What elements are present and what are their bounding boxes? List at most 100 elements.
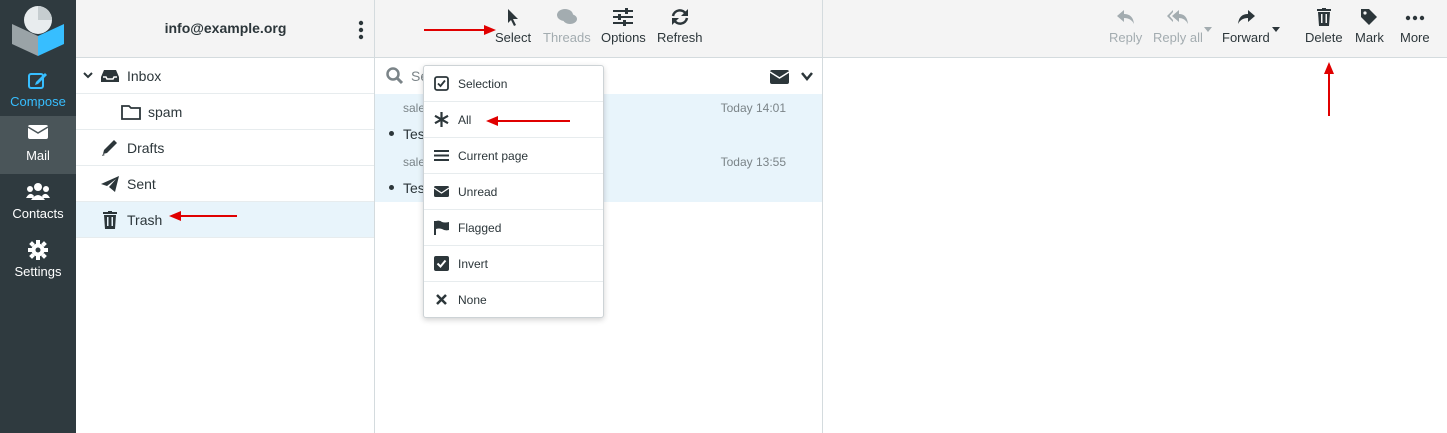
unread-dot (389, 185, 394, 190)
nav-compose-label: Compose (10, 94, 66, 109)
select-menu-label: Flagged (458, 221, 502, 235)
mark-button[interactable]: Mark (1355, 8, 1384, 45)
webmail-app: Compose Mail Contacts Settings info@exam… (0, 0, 1447, 433)
reply-label: Reply (1109, 30, 1143, 45)
ellipsis-icon (1405, 15, 1425, 21)
envelope-icon (434, 186, 449, 197)
message-date: Today 14:01 (720, 101, 786, 115)
nav-contacts[interactable]: Contacts (0, 174, 76, 232)
paper-plane-icon (101, 176, 119, 192)
folder-inbox[interactable]: Inbox (76, 58, 374, 94)
gear-icon (28, 240, 48, 260)
forward-button[interactable]: Forward (1222, 8, 1270, 45)
select-menu-item-unread[interactable]: Unread (424, 174, 603, 210)
main-nav: Compose Mail Contacts Settings (0, 0, 76, 433)
folder-icon (121, 105, 141, 120)
users-icon (26, 183, 50, 200)
reply-icon (1116, 10, 1134, 24)
pencil-icon (102, 140, 117, 156)
flag-icon (434, 220, 449, 235)
trash-icon (1316, 8, 1331, 26)
message-subject: Tes (403, 126, 425, 142)
search-icon[interactable] (386, 67, 404, 85)
select-menu: Selection All Current page Unread Flagge… (423, 65, 604, 318)
account-name: info@example.org (164, 20, 287, 36)
folder-trash-label: Trash (127, 212, 163, 228)
logo (12, 6, 64, 56)
sliders-icon (613, 8, 634, 26)
threads-label: Threads (543, 30, 591, 45)
nav-settings-label: Settings (14, 264, 62, 279)
options-label: Options (601, 30, 646, 45)
message-from: sale (403, 155, 426, 169)
select-menu-item-none[interactable]: None (424, 282, 603, 318)
threads-button[interactable]: Threads (543, 8, 591, 45)
folder-spam-label: spam (148, 104, 183, 120)
reply-all-button[interactable]: Reply all (1153, 8, 1203, 45)
message-toolbar: Reply Reply all Forward Delete Mark More (823, 0, 1447, 58)
folder-sent-label: Sent (127, 176, 156, 192)
select-menu-label: All (458, 113, 472, 127)
reply-all-label: Reply all (1153, 30, 1203, 45)
message-date: Today 13:55 (720, 155, 786, 169)
nav-mail-label: Mail (26, 148, 50, 163)
cursor-icon (508, 9, 519, 26)
annotation-arrow (169, 211, 237, 221)
nav-mail[interactable]: Mail (0, 116, 76, 174)
folder-spam[interactable]: spam (76, 94, 374, 130)
unread-dot (389, 131, 394, 136)
envelope-icon (28, 125, 48, 139)
select-menu-item-selection[interactable]: Selection (424, 66, 603, 102)
folder-sent[interactable]: Sent (76, 166, 374, 202)
nav-compose[interactable]: Compose (0, 62, 76, 120)
select-menu-label: Invert (458, 257, 489, 271)
message-preview-pane: Reply Reply all Forward Delete Mark More (823, 0, 1447, 433)
x-icon (436, 294, 447, 305)
folder-header: info@example.org (76, 0, 374, 58)
folder-drafts[interactable]: Drafts (76, 130, 374, 166)
caret-down-icon[interactable] (1204, 27, 1212, 32)
reply-button[interactable]: Reply (1109, 8, 1142, 45)
kebab-menu-icon[interactable] (358, 20, 364, 40)
more-button[interactable]: More (1400, 8, 1430, 45)
annotation-arrow (424, 25, 496, 35)
envelope-filter-icon[interactable] (770, 70, 789, 84)
nav-settings[interactable]: Settings (0, 232, 76, 290)
refresh-button[interactable]: Refresh (657, 8, 703, 45)
select-menu-label: Current page (458, 149, 529, 163)
trash-icon (103, 211, 117, 229)
chevron-down-icon[interactable] (83, 70, 93, 80)
message-subject: Tes (403, 180, 425, 196)
select-button[interactable]: Select (495, 8, 531, 45)
refresh-label: Refresh (657, 30, 703, 45)
list-icon (434, 150, 449, 161)
caret-down-icon[interactable] (1272, 27, 1280, 32)
asterisk-icon (434, 112, 449, 127)
select-menu-item-invert[interactable]: Invert (424, 246, 603, 282)
tag-icon (1361, 9, 1378, 25)
options-button[interactable]: Options (601, 8, 646, 45)
message-from: sale (403, 101, 426, 115)
select-menu-item-current-page[interactable]: Current page (424, 138, 603, 174)
nav-contacts-label: Contacts (12, 206, 64, 221)
checkbox-checked-icon (434, 256, 449, 271)
compose-icon (28, 73, 47, 89)
refresh-icon (671, 9, 688, 25)
mark-label: Mark (1355, 30, 1384, 45)
more-label: More (1400, 30, 1430, 45)
forward-label: Forward (1222, 30, 1270, 45)
select-label: Select (495, 30, 532, 45)
annotation-arrow (486, 116, 570, 126)
folder-drafts-label: Drafts (127, 140, 165, 156)
delete-button[interactable]: Delete (1305, 8, 1343, 45)
delete-label: Delete (1305, 30, 1343, 45)
checkbox-outline-icon (434, 76, 449, 91)
inbox-icon (101, 70, 119, 82)
folder-inbox-label: Inbox (127, 68, 162, 84)
select-menu-label: Unread (458, 185, 498, 199)
forward-icon (1237, 10, 1255, 24)
annotation-arrow (1324, 62, 1334, 116)
chevron-down-icon[interactable] (801, 72, 813, 81)
reply-all-icon (1166, 10, 1188, 24)
select-menu-item-flagged[interactable]: Flagged (424, 210, 603, 246)
